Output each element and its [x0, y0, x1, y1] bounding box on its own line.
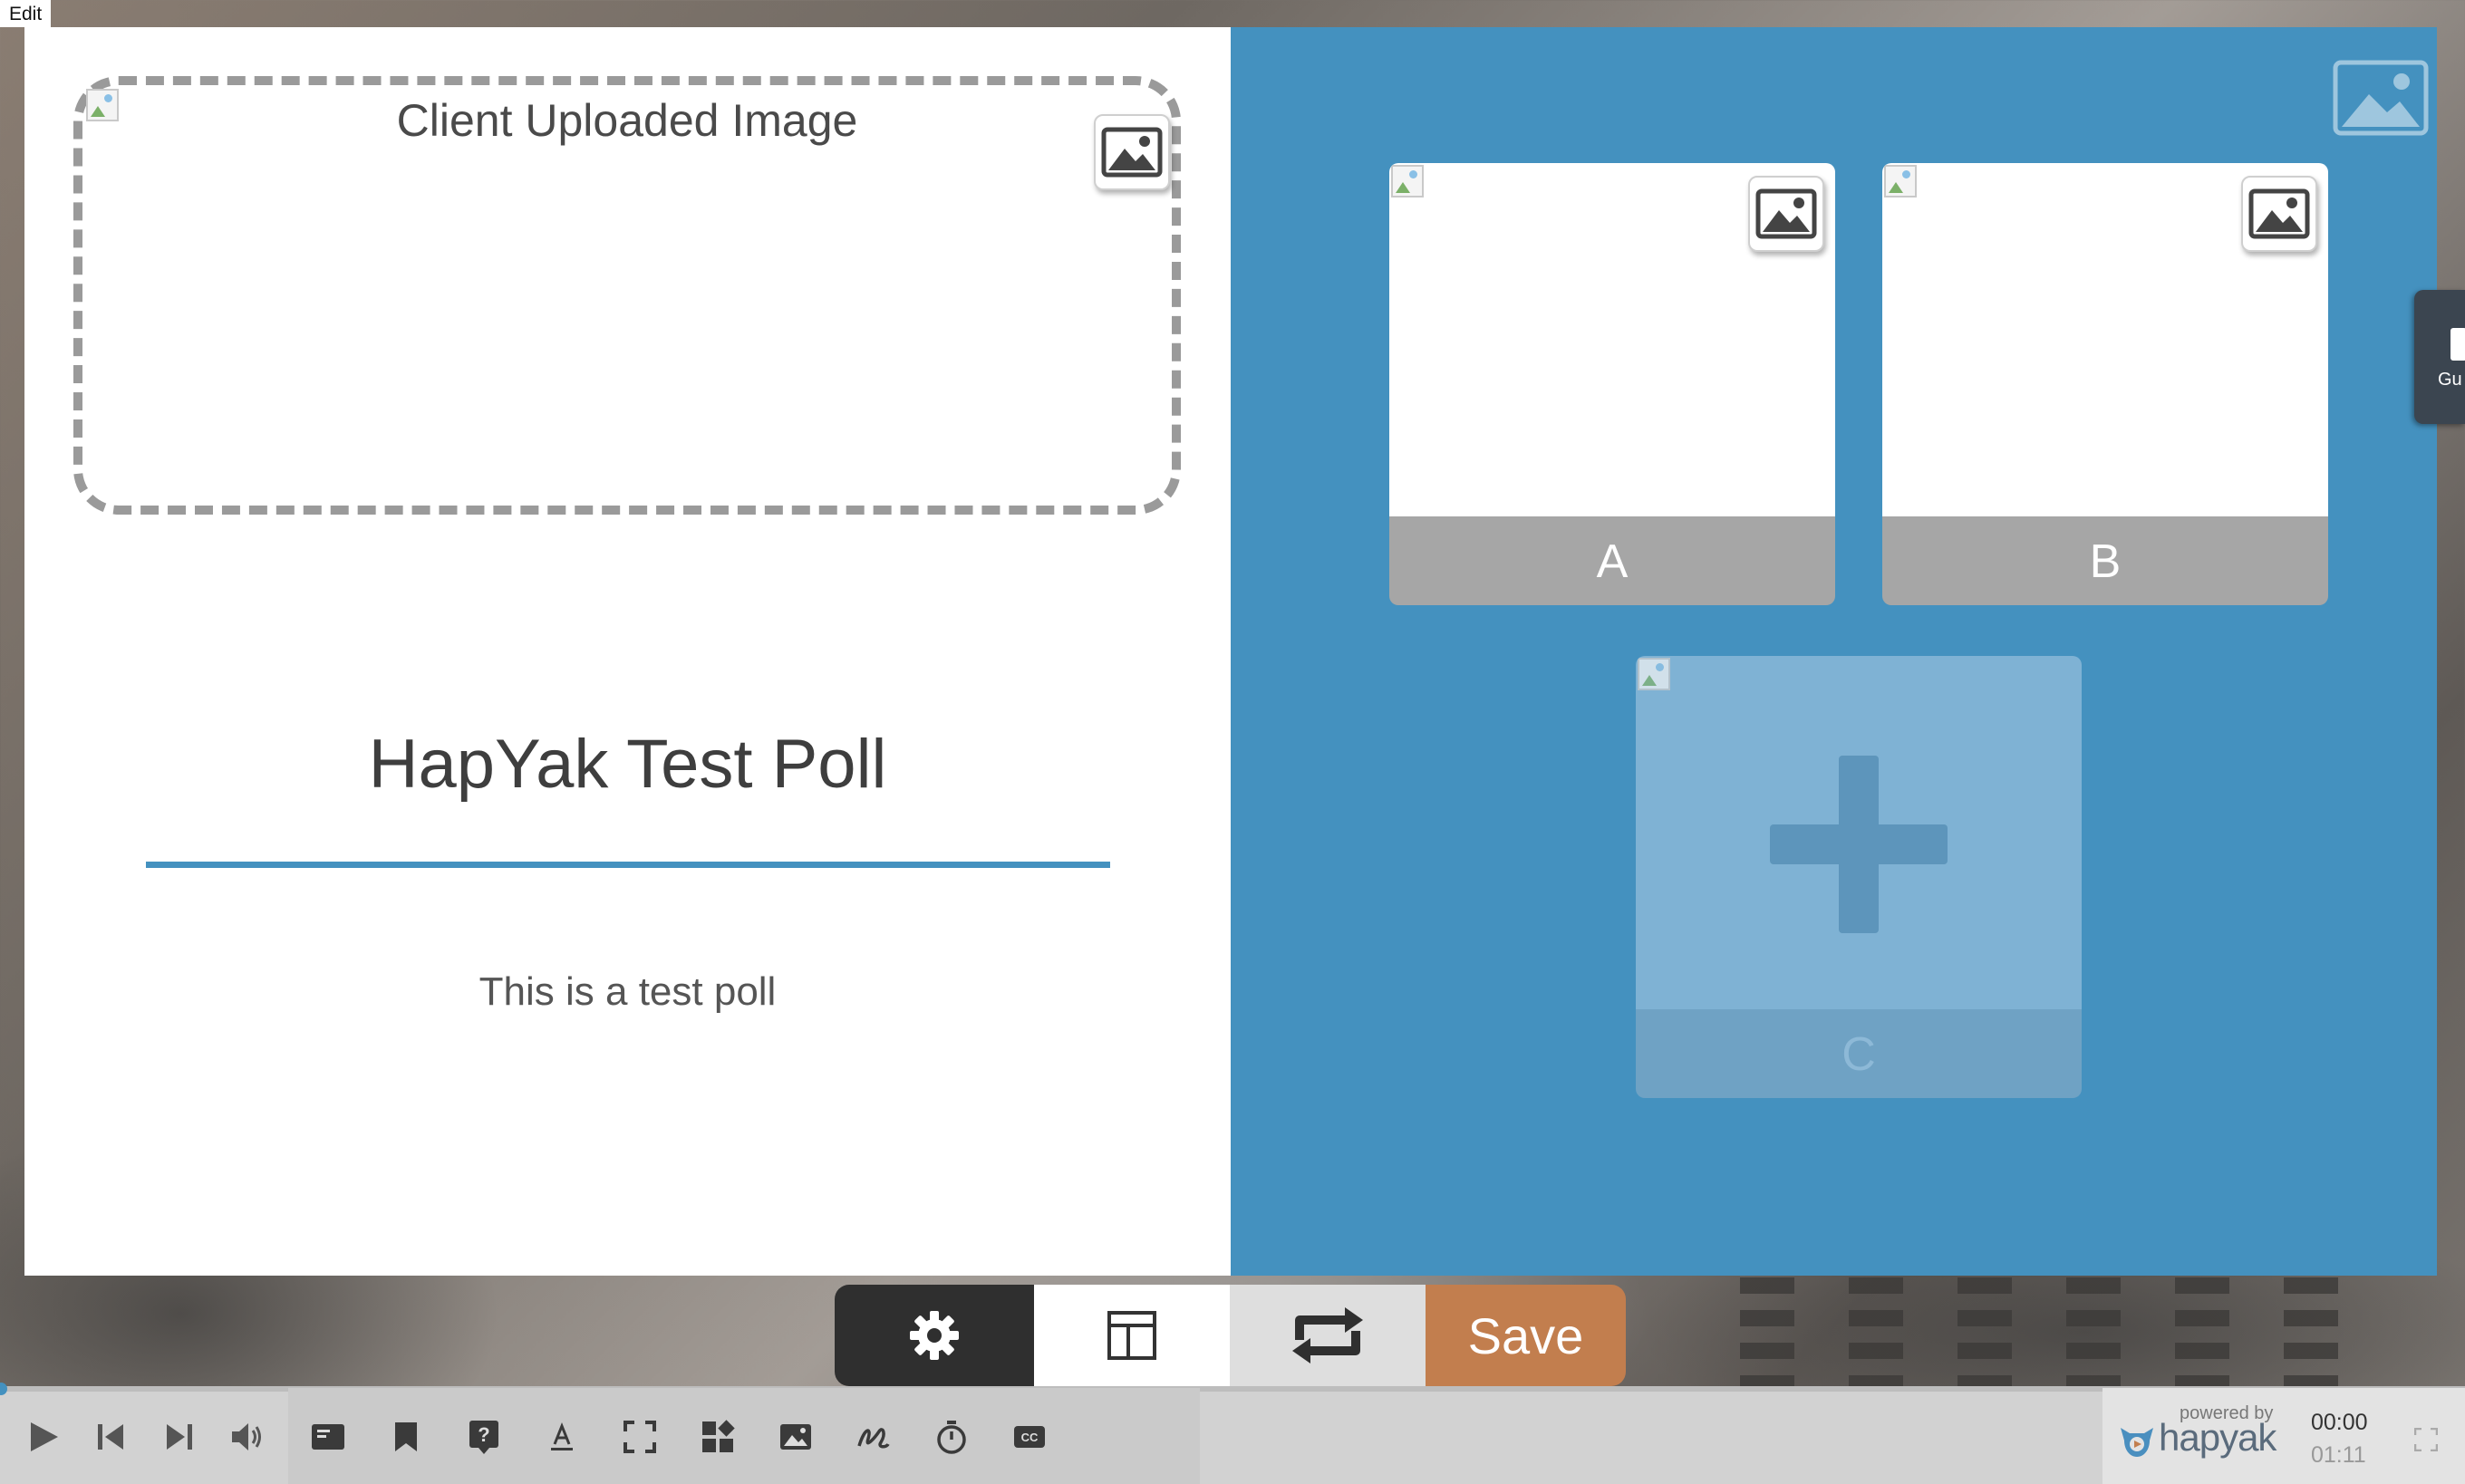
background-image-icon[interactable]: [2333, 60, 2429, 136]
image-icon: [1101, 127, 1163, 178]
poll-card: Client Uploaded Image HapYak Test Poll T…: [24, 27, 2437, 1276]
play-icon[interactable]: [25, 1419, 62, 1455]
skip-back-icon[interactable]: [92, 1419, 129, 1455]
gear-icon: [910, 1311, 959, 1360]
svg-text:CC: CC: [1021, 1431, 1039, 1444]
poll-description[interactable]: This is a test poll: [24, 969, 1231, 1015]
skip-forward-icon[interactable]: [161, 1419, 198, 1455]
layout-button[interactable]: [1034, 1285, 1230, 1386]
guide-icon: [2450, 328, 2465, 361]
image-icon: [2248, 188, 2310, 239]
swap-icon: [1292, 1307, 1363, 1364]
image-icon[interactable]: [778, 1419, 814, 1455]
hotspot-icon[interactable]: [622, 1419, 658, 1455]
editor-toolbar: Save: [835, 1285, 1626, 1386]
timer-icon[interactable]: [933, 1419, 970, 1455]
answer-option-a[interactable]: A: [1389, 163, 1835, 605]
title-divider: [146, 862, 1110, 868]
answer-label[interactable]: B: [1882, 516, 2328, 605]
quiz-icon[interactable]: ?: [466, 1419, 502, 1455]
broken-image-icon: [1884, 165, 1917, 198]
total-time: 01:11: [2311, 1442, 2366, 1468]
broken-image-icon: [1638, 658, 1670, 690]
poll-left-panel: Client Uploaded Image HapYak Test Poll T…: [24, 27, 1231, 1276]
hapyak-logo-icon[interactable]: [2117, 1421, 2157, 1460]
background-detail: [2175, 1277, 2229, 1386]
svg-text:?: ?: [478, 1423, 489, 1446]
add-answer-area[interactable]: [1636, 656, 2082, 1009]
swap-layout-button[interactable]: [1230, 1285, 1426, 1386]
settings-button[interactable]: [835, 1285, 1034, 1386]
answer-option-b[interactable]: B: [1882, 163, 2328, 605]
draw-icon[interactable]: [856, 1419, 892, 1455]
annotation-tools: [288, 1388, 1200, 1484]
answer-image-button[interactable]: [2241, 176, 2317, 252]
edit-label[interactable]: Edit: [0, 0, 52, 27]
current-time: 00:00: [2311, 1410, 2368, 1435]
poll-title[interactable]: HapYak Test Poll: [24, 725, 1231, 804]
background-detail: [2066, 1277, 2121, 1386]
brand-name[interactable]: hapyak: [2159, 1416, 2276, 1460]
upload-image-button[interactable]: [1094, 114, 1170, 190]
plus-icon: [1770, 756, 1948, 933]
answer-image-button[interactable]: [1748, 176, 1824, 252]
text-annotation-icon[interactable]: [310, 1419, 346, 1455]
text-icon[interactable]: [544, 1419, 580, 1455]
answer-label[interactable]: A: [1389, 516, 1835, 605]
guide-tab[interactable]: Gu: [2414, 290, 2465, 424]
layout-icon: [1107, 1311, 1156, 1360]
widget-icon[interactable]: [700, 1419, 736, 1455]
background-detail: [1849, 1277, 1903, 1386]
captions-icon[interactable]: CC: [1011, 1419, 1048, 1455]
poll-answers-panel: A B C: [1231, 27, 2437, 1276]
background-detail: [2284, 1277, 2338, 1386]
guide-tab-label: Gu: [2438, 370, 2462, 390]
add-answer-option[interactable]: C: [1636, 656, 2082, 1098]
upload-title: Client Uploaded Image: [396, 95, 858, 146]
volume-icon[interactable]: [228, 1419, 265, 1455]
background-detail: [1740, 1277, 1794, 1386]
save-button[interactable]: Save: [1426, 1285, 1626, 1386]
broken-image-icon: [1391, 165, 1424, 198]
client-image-dropzone[interactable]: Client Uploaded Image: [73, 76, 1181, 515]
bookmark-icon[interactable]: [388, 1419, 424, 1455]
answer-label: C: [1636, 1009, 2082, 1098]
brand-area: [2102, 1388, 2465, 1484]
background-detail: [1958, 1277, 2012, 1386]
fullscreen-icon[interactable]: [2414, 1428, 2438, 1451]
image-icon: [1755, 188, 1817, 239]
